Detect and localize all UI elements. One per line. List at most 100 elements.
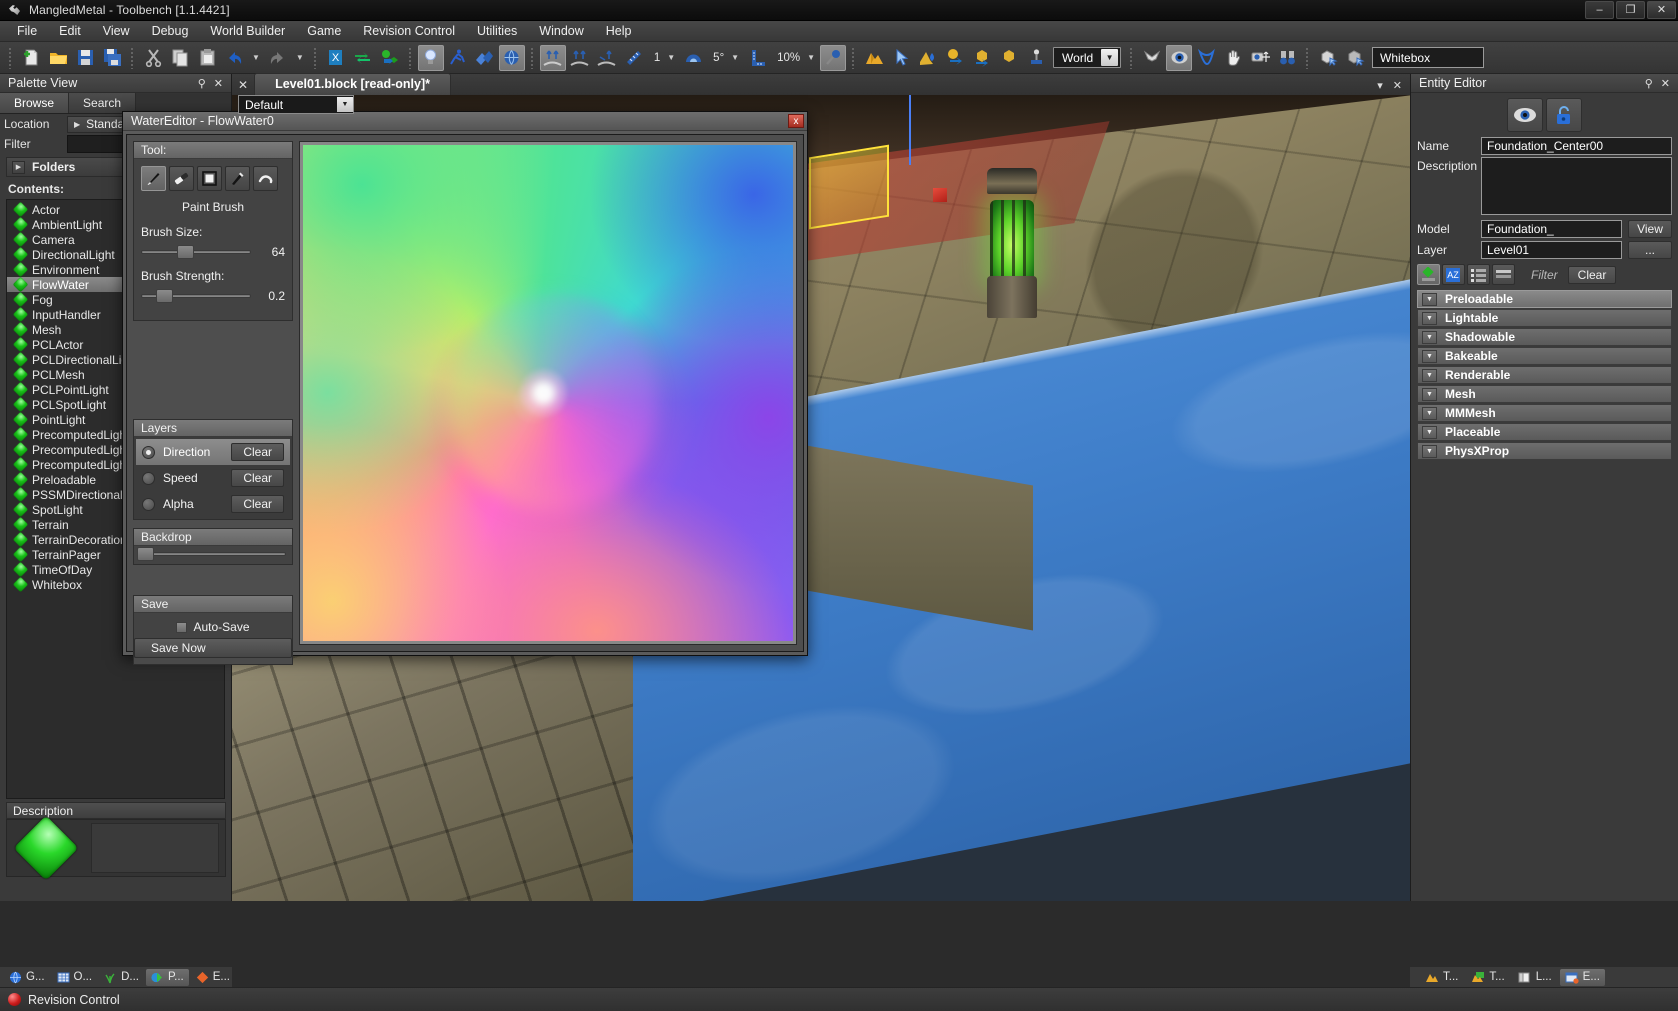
binoculars-icon[interactable] [1274, 45, 1300, 71]
brush-size-thumb[interactable] [177, 245, 194, 259]
layer-name-textbox[interactable]: Whitebox [1372, 47, 1484, 68]
sort-alpha-icon[interactable]: AZ [1442, 264, 1465, 285]
export-excel-icon[interactable]: X [323, 45, 349, 71]
maximize-button[interactable]: ❐ [1616, 1, 1645, 19]
redo-dropdown-caret[interactable]: ▼ [292, 53, 308, 62]
menu-view[interactable]: View [92, 21, 141, 41]
radio-icon[interactable] [142, 472, 155, 485]
corner-ruler-icon[interactable] [744, 45, 770, 71]
pan-hand-icon[interactable] [1220, 45, 1246, 71]
light-bulb-icon[interactable] [418, 45, 444, 71]
angle-snap-caret[interactable]: ▼ [727, 53, 743, 62]
coordinate-space-combo[interactable]: World ▼ [1053, 47, 1121, 68]
add-component-icon[interactable] [1417, 264, 1440, 285]
close-icon[interactable]: ✕ [232, 78, 254, 95]
close-icon[interactable]: ✕ [1661, 77, 1670, 90]
bottom-tab-o[interactable]: O... [52, 969, 98, 986]
backdrop-thumb[interactable] [137, 547, 154, 561]
run-game-icon[interactable] [445, 45, 471, 71]
chevron-down-icon[interactable]: ▼ [1422, 407, 1437, 420]
brush-strength-slider[interactable] [141, 294, 251, 298]
save-now-button[interactable]: Save Now [134, 638, 292, 658]
globe-icon[interactable] [499, 45, 525, 71]
pin-icon[interactable]: ⚲ [198, 77, 206, 90]
menu-revision-control[interactable]: Revision Control [352, 21, 466, 41]
flat-view-icon[interactable] [1492, 264, 1515, 285]
clear-alpha-button[interactable]: Clear [231, 495, 284, 513]
chevron-down-icon[interactable]: ▼ [1422, 312, 1437, 325]
bottom-tab-e[interactable]: E... [191, 969, 235, 986]
chevron-down-icon[interactable]: ▾ [1377, 79, 1383, 92]
backdrop-slider[interactable] [140, 552, 286, 556]
bottom-tab-p[interactable]: P... [146, 969, 189, 986]
model-view-button[interactable]: View [1628, 220, 1672, 238]
component-lightable[interactable]: ▼Lightable [1417, 309, 1672, 327]
bird-icon[interactable] [1139, 45, 1165, 71]
chevron-down-icon[interactable]: ▼ [1101, 49, 1118, 66]
clear-speed-button[interactable]: Clear [231, 469, 284, 487]
bottom-tab-layers[interactable]: L... [1513, 969, 1557, 986]
filter-clear-button[interactable]: Clear [1568, 266, 1617, 284]
terrain-mountain-icon[interactable] [861, 45, 887, 71]
filter-placeholder[interactable]: Filter [1523, 268, 1566, 282]
move-sphere-icon[interactable] [942, 45, 968, 71]
chevron-down-icon[interactable]: ▼ [1422, 369, 1437, 382]
menu-edit[interactable]: Edit [48, 21, 92, 41]
camera-move-icon[interactable] [1247, 45, 1273, 71]
tab-browse[interactable]: Browse [0, 93, 69, 113]
protractor-icon[interactable] [680, 45, 706, 71]
component-mmmesh[interactable]: ▼MMMesh [1417, 404, 1672, 422]
scale-snap-caret[interactable]: ▼ [803, 53, 819, 62]
component-shadowable[interactable]: ▼Shadowable [1417, 328, 1672, 346]
chevron-down-icon[interactable]: ▼ [337, 97, 353, 112]
paste-icon[interactable] [194, 45, 220, 71]
fill-tool[interactable] [197, 166, 222, 191]
grid-size-caret[interactable]: ▼ [663, 53, 679, 62]
layer-row-direction[interactable]: Direction Clear [136, 439, 290, 465]
menu-help[interactable]: Help [595, 21, 643, 41]
smooth-terrain-icon[interactable] [594, 45, 620, 71]
select-cursor-icon[interactable] [888, 45, 914, 71]
add-entity-icon[interactable] [377, 45, 403, 71]
scale-cube-icon[interactable] [996, 45, 1022, 71]
menu-window[interactable]: Window [528, 21, 594, 41]
physics-icon[interactable] [1193, 45, 1219, 71]
chevron-down-icon[interactable]: ▼ [1422, 350, 1437, 363]
component-preloadable[interactable]: ▼Preloadable [1417, 290, 1672, 308]
tab-search[interactable]: Search [69, 93, 136, 113]
model-input[interactable]: Foundation_ [1481, 220, 1622, 238]
paint-water-icon[interactable] [915, 45, 941, 71]
menu-game[interactable]: Game [296, 21, 352, 41]
cut-icon[interactable] [140, 45, 166, 71]
eye-visibility-icon[interactable] [1166, 45, 1192, 71]
visibility-toggle[interactable] [1507, 98, 1543, 132]
angle-snap-value[interactable]: 5° [707, 52, 726, 64]
save-icon[interactable] [72, 45, 98, 71]
layer-row-alpha[interactable]: Alpha Clear [136, 491, 290, 517]
eyedropper-tool[interactable] [225, 166, 250, 191]
component-mesh[interactable]: ▼Mesh [1417, 385, 1672, 403]
save-all-icon[interactable] [99, 45, 125, 71]
menu-world-builder[interactable]: World Builder [199, 21, 296, 41]
viewport-view-combo[interactable]: Default ▼ [238, 95, 354, 114]
raise-terrain-icon[interactable] [540, 45, 566, 71]
brush-size-slider[interactable] [141, 250, 251, 254]
pin-icon[interactable]: ⚲ [1645, 77, 1653, 90]
radio-icon[interactable] [142, 446, 155, 459]
chevron-down-icon[interactable]: ▼ [1422, 293, 1437, 306]
bottom-tab-terrain[interactable]: T... [1420, 969, 1463, 986]
new-file-icon[interactable] [18, 45, 44, 71]
bottom-tab-entity-editor[interactable]: E... [1560, 969, 1605, 986]
sync-icon[interactable] [350, 45, 376, 71]
ruler-icon[interactable] [621, 45, 647, 71]
water-editor-dialog[interactable]: WaterEditor - FlowWater0 x Tool: [122, 111, 808, 656]
lock-toggle[interactable] [1546, 98, 1582, 132]
open-folder-icon[interactable] [45, 45, 71, 71]
auto-save-checkbox[interactable] [176, 622, 187, 633]
close-button[interactable]: ✕ [1647, 1, 1676, 19]
smudge-tool[interactable] [253, 166, 278, 191]
close-icon[interactable]: ✕ [1393, 79, 1402, 92]
component-physxprop[interactable]: ▼PhysXProp [1417, 442, 1672, 460]
paint-brush-tool[interactable] [141, 166, 166, 191]
eraser-tool[interactable] [169, 166, 194, 191]
